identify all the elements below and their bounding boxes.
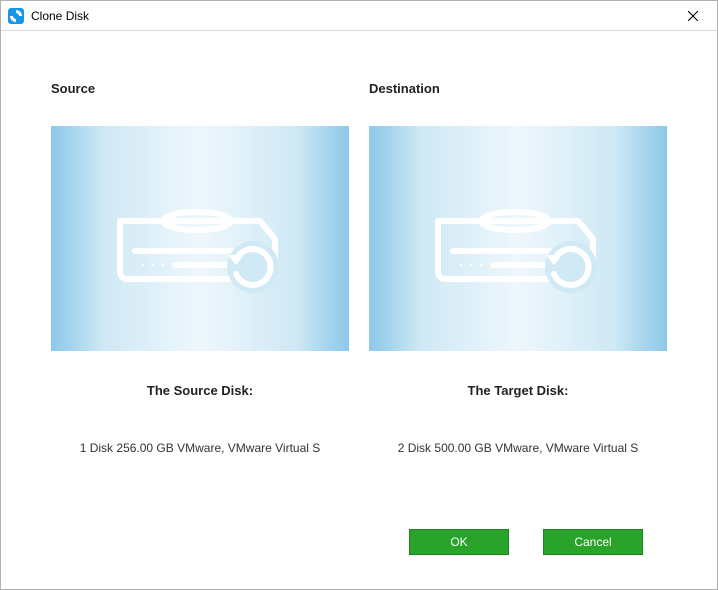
ok-button[interactable]: OK [409,529,509,555]
source-subheading: The Source Disk: [51,383,349,398]
dialog-buttons: OK Cancel [51,523,667,569]
source-column: Source [51,81,349,523]
close-icon [688,11,698,21]
destination-disk-box[interactable] [369,126,667,351]
cancel-button[interactable]: Cancel [543,529,643,555]
window-title: Clone Disk [31,9,89,23]
clone-disk-dialog: Clone Disk Source [0,0,718,590]
app-icon [7,7,25,25]
dialog-content: Source [1,31,717,589]
destination-heading: Destination [369,81,667,96]
destination-column: Destination [369,81,667,523]
close-button[interactable] [671,2,715,30]
source-disk-detail: 1 Disk 256.00 GB VMware, VMware Virtual … [51,440,349,457]
destination-subheading: The Target Disk: [369,383,667,398]
titlebar: Clone Disk [1,1,717,31]
source-disk-box[interactable] [51,126,349,351]
disk-sync-icon [105,179,295,299]
source-heading: Source [51,81,349,96]
disk-sync-icon [423,179,613,299]
destination-disk-detail: 2 Disk 500.00 GB VMware, VMware Virtual … [369,440,667,457]
